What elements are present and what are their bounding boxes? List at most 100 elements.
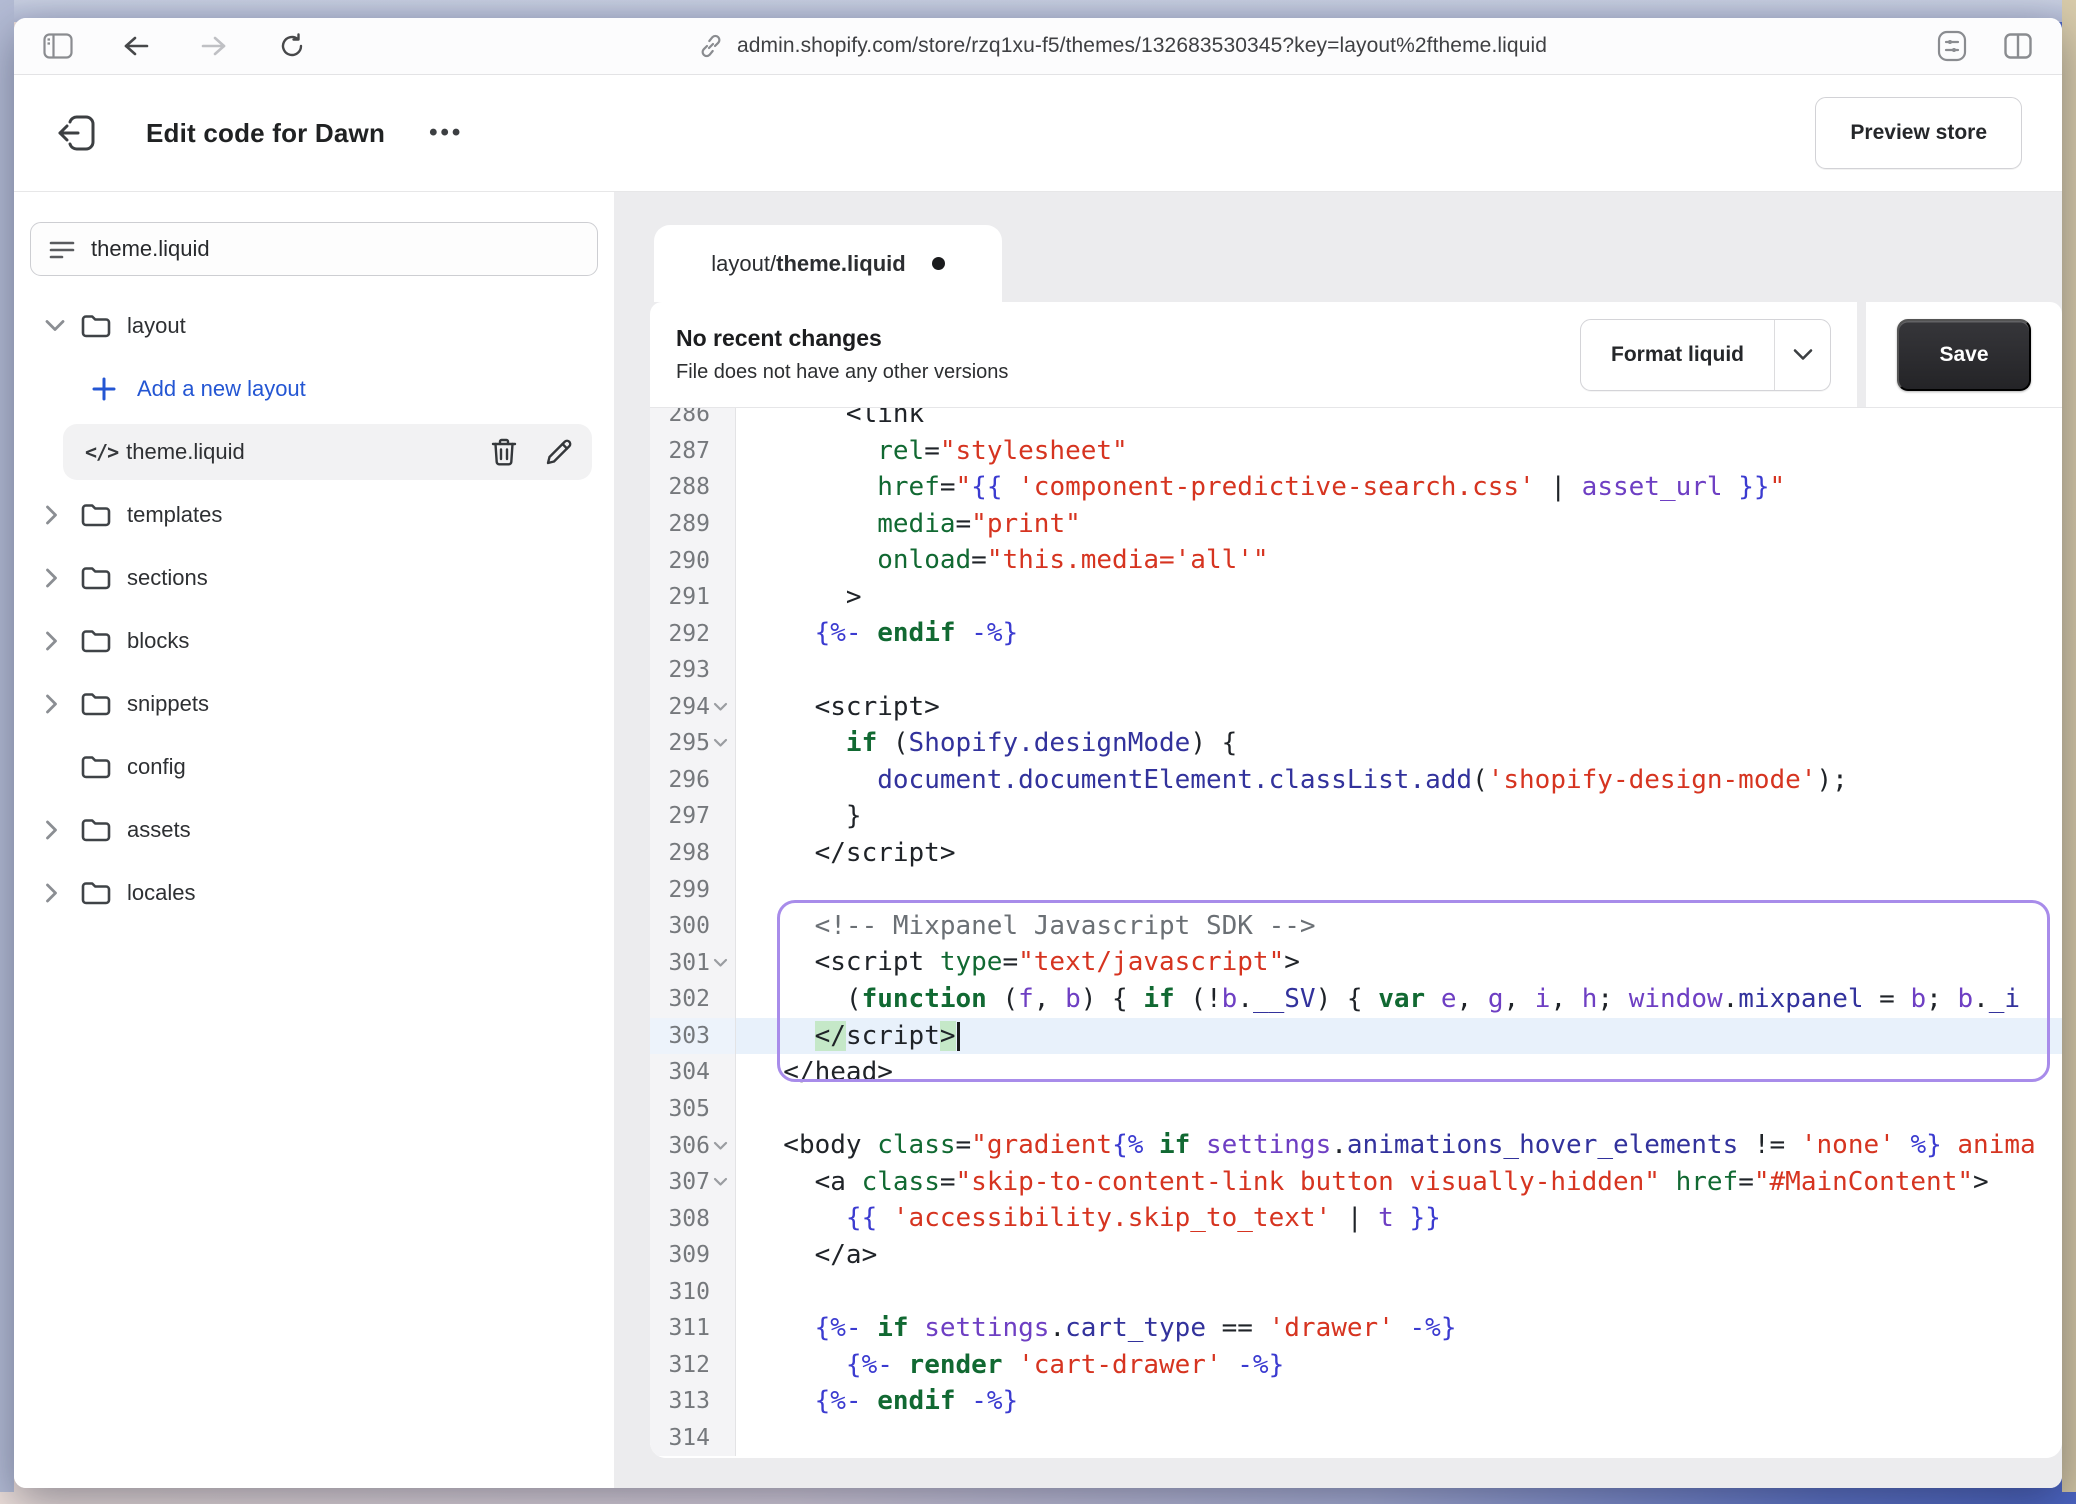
code-line-291[interactable]: 291 > [650,579,2062,616]
fold-chevron-icon[interactable] [710,702,730,712]
chevron-right-icon[interactable] [45,505,71,525]
code-text[interactable]: <link [736,408,2062,433]
code-line-299[interactable]: 299 [650,871,2062,908]
code-text[interactable]: } [736,798,2062,835]
code-line-310[interactable]: 310 [650,1274,2062,1311]
code-text[interactable]: <script> [736,689,2062,726]
reload-icon[interactable] [272,26,312,66]
code-line-288[interactable]: 288 href="{{ 'component-predictive-searc… [650,469,2062,506]
code-text[interactable]: href="{{ 'component-predictive-search.cs… [736,469,2062,506]
code-line-309[interactable]: 309 </a> [650,1237,2062,1274]
chevron-down-icon[interactable] [45,319,71,332]
code-line-303[interactable]: 303 </script> [650,1018,2062,1055]
tab-theme-liquid[interactable]: layout/theme.liquid [654,225,1002,302]
code-line-308[interactable]: 308 {{ 'accessibility.skip_to_text' | t … [650,1200,2062,1237]
format-liquid-button[interactable]: Format liquid [1580,319,1831,391]
chevron-right-icon[interactable] [45,694,71,714]
code-text[interactable] [736,1091,2062,1128]
code-line-289[interactable]: 289 media="print" [650,506,2062,543]
preview-store-button[interactable]: Preview store [1815,97,2022,169]
fold-chevron-icon[interactable] [710,738,730,748]
code-text[interactable]: (function (f, b) { if (!b.__SV) { var e,… [736,981,2062,1018]
code-text[interactable]: </a> [736,1237,2062,1274]
code-text[interactable] [736,1274,2062,1311]
chevron-right-icon[interactable] [45,883,71,903]
chevron-right-icon[interactable] [45,568,71,588]
code-text[interactable]: {{ 'accessibility.skip_to_text' | t }} [736,1200,2062,1237]
code-line-311[interactable]: 311 {%- if settings.cart_type == 'drawer… [650,1310,2062,1347]
code-line-294[interactable]: 294 <script> [650,689,2062,726]
code-text[interactable]: if (Shopify.designMode) { [736,725,2062,762]
code-text[interactable]: rel="stylesheet" [736,433,2062,470]
code-line-290[interactable]: 290 onload="this.media='all'" [650,542,2062,579]
code-line-302[interactable]: 302 (function (f, b) { if (!b.__SV) { va… [650,981,2062,1018]
code-line-297[interactable]: 297 } [650,798,2062,835]
trash-icon[interactable] [490,437,518,467]
code-text[interactable]: {%- render 'cart-drawer' -%} [736,1347,2062,1384]
code-line-312[interactable]: 312 {%- render 'cart-drawer' -%} [650,1347,2062,1384]
browser-settings-icon[interactable] [1932,26,1972,66]
fold-chevron-icon[interactable] [710,1177,730,1187]
sidebar-toggle-icon[interactable] [38,26,78,66]
code-text[interactable]: <a class="skip-to-content-link button vi… [736,1164,2062,1201]
fold-chevron-icon[interactable] [710,958,730,968]
forward-icon[interactable] [194,26,234,66]
code-text[interactable]: media="print" [736,506,2062,543]
code-text[interactable]: </script> [736,1018,2062,1055]
chevron-right-icon[interactable] [45,820,71,840]
code-text[interactable] [736,1420,2062,1457]
code-editor[interactable]: 286 <link287 rel="stylesheet"288 href="{… [650,408,2062,1458]
code-text[interactable]: {%- endif -%} [736,615,2062,652]
sidebar-item-config[interactable]: config [14,735,614,798]
code-line-307[interactable]: 307 <a class="skip-to-content-link butto… [650,1164,2062,1201]
code-line-296[interactable]: 296 document.documentElement.classList.a… [650,762,2062,799]
exit-editor-icon[interactable] [54,110,100,156]
line-number-308: 308 [650,1200,736,1237]
sidebar-item-locales[interactable]: locales [14,861,614,924]
code-line-304[interactable]: 304 </head> [650,1054,2062,1091]
code-line-305[interactable]: 305 [650,1091,2062,1128]
sidebar-item-assets[interactable]: assets [14,798,614,861]
chevron-right-icon[interactable] [45,631,71,651]
sidebar-item-snippets[interactable]: snippets [14,672,614,735]
code-text[interactable]: {%- if settings.cart_type == 'drawer' -%… [736,1310,2062,1347]
code-text[interactable]: </head> [736,1054,2062,1091]
sidebar-item-add-a-new-layout[interactable]: Add a new layout [14,357,614,420]
back-icon[interactable] [116,26,156,66]
code-line-298[interactable]: 298 </script> [650,835,2062,872]
code-text[interactable] [736,652,2062,689]
code-line-286[interactable]: 286 <link [650,408,2062,433]
split-view-icon[interactable] [1998,26,2038,66]
save-button[interactable]: Save [1897,319,2031,391]
code-text[interactable]: <!-- Mixpanel Javascript SDK --> [736,908,2062,945]
code-line-293[interactable]: 293 [650,652,2062,689]
sidebar-item-theme-liquid[interactable]: </>theme.liquid [14,420,614,483]
code-line-300[interactable]: 300 <!-- Mixpanel Javascript SDK --> [650,908,2062,945]
pencil-icon[interactable] [544,437,574,467]
code-line-292[interactable]: 292 {%- endif -%} [650,615,2062,652]
code-text[interactable]: <script type="text/javascript"> [736,944,2062,981]
more-menu-icon[interactable]: ••• [429,119,463,147]
code-line-313[interactable]: 313 {%- endif -%} [650,1383,2062,1420]
code-text[interactable]: onload="this.media='all'" [736,542,2062,579]
file-search-input[interactable]: theme.liquid [30,222,598,276]
line-number-307: 307 [650,1164,736,1201]
code-line-295[interactable]: 295 if (Shopify.designMode) { [650,725,2062,762]
fold-chevron-icon[interactable] [710,1141,730,1151]
sidebar-item-blocks[interactable]: blocks [14,609,614,672]
sidebar-item-templates[interactable]: templates [14,483,614,546]
url-bar[interactable]: admin.shopify.com/store/rzq1xu-f5/themes… [312,32,1932,60]
code-text[interactable]: {%- endif -%} [736,1383,2062,1420]
code-line-287[interactable]: 287 rel="stylesheet" [650,433,2062,470]
sidebar-item-layout[interactable]: layout [14,294,614,357]
code-text[interactable]: > [736,579,2062,616]
code-text[interactable] [736,871,2062,908]
code-text[interactable]: </script> [736,835,2062,872]
code-line-306[interactable]: 306 <body class="gradient{% if settings.… [650,1127,2062,1164]
code-line-314[interactable]: 314 [650,1420,2062,1457]
code-line-301[interactable]: 301 <script type="text/javascript"> [650,944,2062,981]
code-text[interactable]: document.documentElement.classList.add('… [736,762,2062,799]
sidebar-item-sections[interactable]: sections [14,546,614,609]
code-text[interactable]: <body class="gradient{% if settings.anim… [736,1127,2062,1164]
format-options-caret[interactable] [1774,320,1830,390]
